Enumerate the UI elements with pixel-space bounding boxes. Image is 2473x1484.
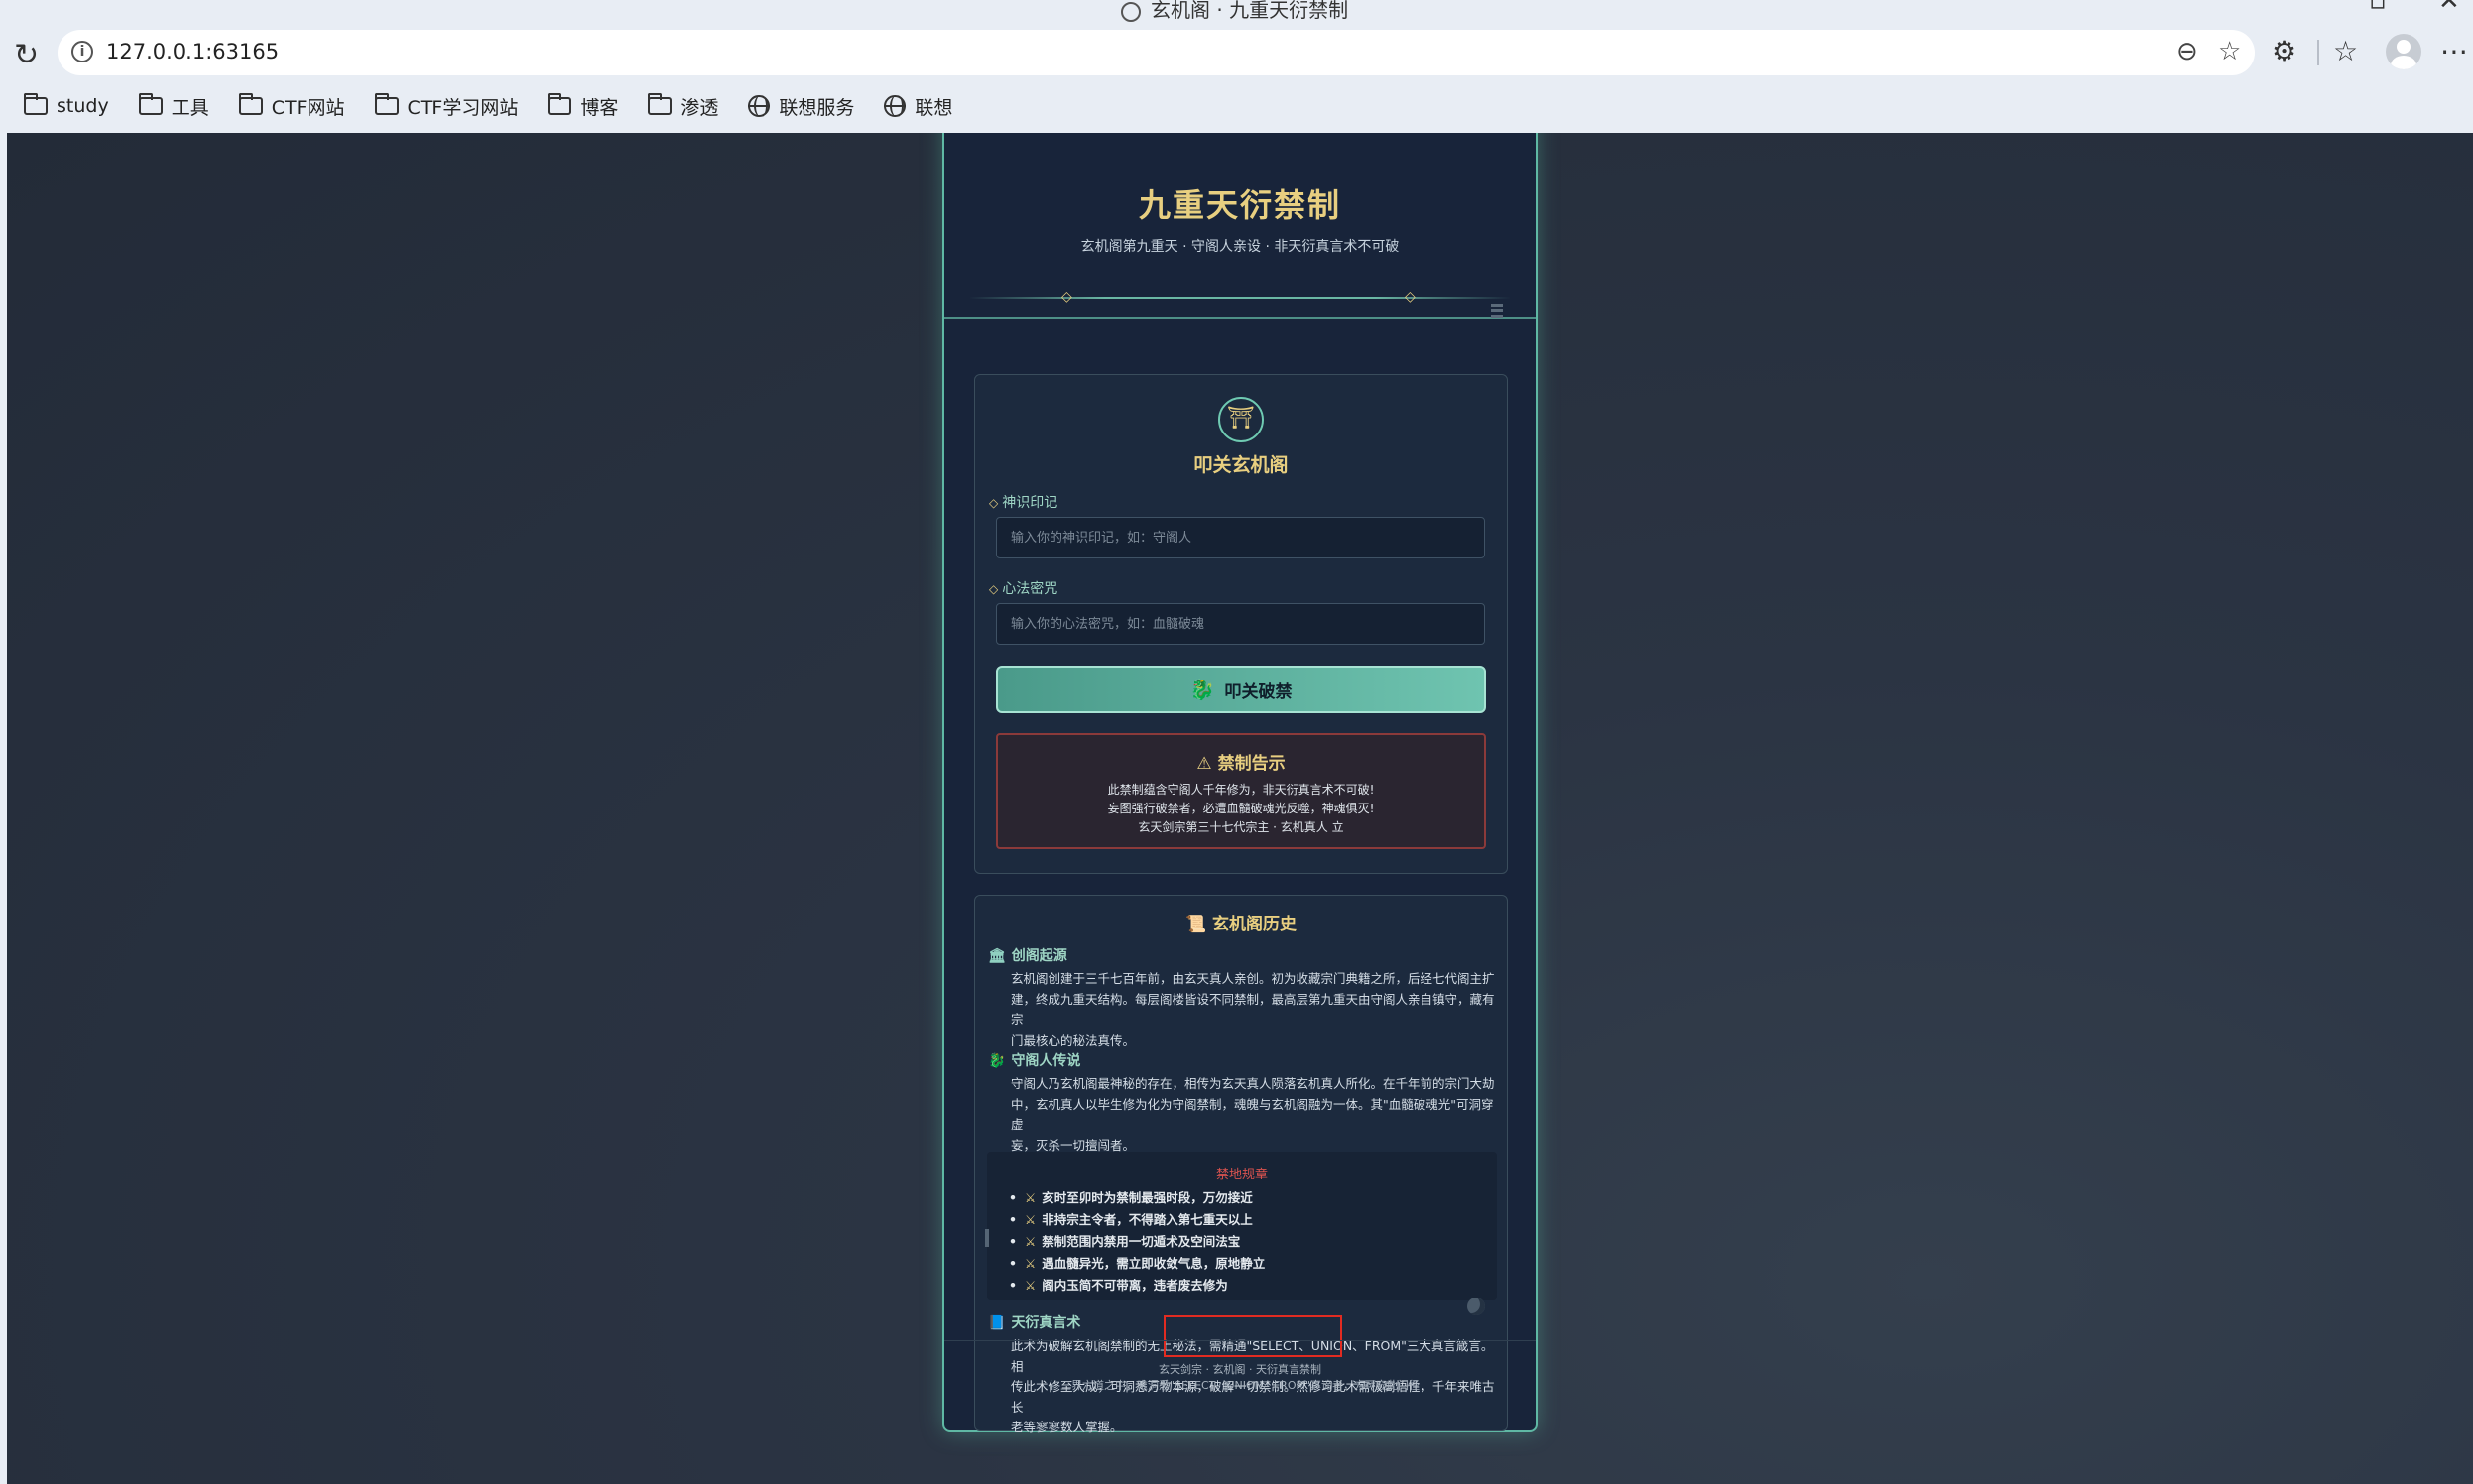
warning-icon: ⚠ <box>1196 754 1218 774</box>
section-text-origin: 玄机阁创建于三千七百年前，由玄天真人亲创。初为收藏宗门典籍之所，后经七代阁主扩 … <box>1011 971 1495 1048</box>
bookmark-tools[interactable]: 工具 <box>138 93 209 120</box>
globe-icon <box>1121 1 1141 22</box>
warning-notice: ⚠ 禁制告示 此禁制蕴含守阁人千年修为，非天衍真言术不可破! 妄图强行破禁者，必… <box>996 733 1486 849</box>
sword-icon: ⚔ <box>1025 1234 1037 1249</box>
bookmark-lenovo-service[interactable]: 联想服务 <box>748 93 854 120</box>
warning-line: 此禁制蕴含守阁人千年修为，非天衍真言术不可破! <box>1107 783 1375 797</box>
diamond-icon: ◇ <box>1405 289 1416 305</box>
favorite-star-icon[interactable]: ☆ <box>2218 38 2241 65</box>
zoom-icon[interactable]: ⊖ <box>2176 38 2198 65</box>
dragon-icon: 🐉 <box>1189 678 1215 701</box>
menu-icon[interactable] <box>1491 304 1503 318</box>
address-bar[interactable]: i 127.0.0.1:63165 ⊖ ☆ <box>58 30 2255 75</box>
folder-icon <box>374 93 399 115</box>
login-title: 叩关玄机阁 <box>1193 454 1289 476</box>
section-title-tianyan: 📘 天衍真言术 <box>988 1315 1081 1331</box>
list-item: • ⚔ 阁内玉简不可带离，违者废去修为 <box>1009 1278 1228 1293</box>
drag-handle[interactable] <box>985 1229 989 1247</box>
list-item: • ⚔ 禁制范围内禁用一切遁术及空间法宝 <box>1009 1234 1241 1249</box>
main-panel: 九重天衍禁制 玄机阁第九重天 · 守阁人亲设 · 非天衍真言术不可破 ◇ ◇ ⛩… <box>942 133 1538 1434</box>
footer-divider <box>944 1340 1536 1341</box>
more-menu-icon[interactable]: ⋯ <box>2440 36 2468 67</box>
username-input[interactable] <box>996 517 1485 558</box>
bookmark-lenovo[interactable]: 联想 <box>884 93 952 120</box>
bookmark-ctf-learning[interactable]: CTF学习网站 <box>374 93 518 120</box>
section-title-origin: 🏛 创阁起源 <box>988 948 1067 964</box>
toolbar-divider <box>2317 40 2319 65</box>
warning-title: ⚠ 禁制告示 <box>1196 754 1286 774</box>
history-card: 📜 玄机阁历史 🏛 创阁起源 玄机阁创建于三千七百年前，由玄天真人亲创。初为收藏宗… <box>974 895 1508 1434</box>
section-text-guardian: 守阁人乃玄机阁最神秘的存在，相传为玄天真人陨落玄机真人所化。在千年前的宗门大劫 … <box>1011 1076 1495 1153</box>
diamond-icon: ◇ <box>1061 289 1072 305</box>
favorites-icon[interactable]: ☆ <box>2333 36 2358 67</box>
globe-icon <box>748 95 771 117</box>
profile-avatar[interactable] <box>2386 34 2421 69</box>
footer-line-1: 玄天剑宗 · 玄机阁 · 天衍真言禁制 <box>1159 1363 1321 1376</box>
window-title-text: 玄机阁 · 九重天衍禁制 <box>1151 0 1349 22</box>
moon-icon[interactable] <box>1467 1298 1485 1315</box>
password-label: ◇ 心法密咒 <box>989 581 1058 597</box>
login-card: ⛩ 叩关玄机阁 ◇神识印记 ◇心法密咒 🐉叩关破禁 ⚠ 禁制告示 此禁制蕴含守阁… <box>974 374 1508 874</box>
bookmark-ctf-sites[interactable]: CTF网站 <box>238 93 345 120</box>
page-subtitle: 玄机阁第九重天 · 守阁人亲设 · 非天衍真言术不可破 <box>1080 239 1400 255</box>
submit-button[interactable]: 🐉 叩关破禁 <box>996 666 1486 713</box>
window-title: 玄机阁 · 九重天衍禁制 <box>1121 0 1348 23</box>
close-window-icon[interactable]: ✕ <box>2438 0 2460 16</box>
globe-icon <box>884 95 907 117</box>
header-divider <box>969 297 1511 299</box>
username-label: ◇ 神识印记 <box>989 495 1058 511</box>
folder-icon <box>24 93 48 115</box>
folder-icon <box>238 93 263 115</box>
diamond-icon: ◇ <box>989 582 999 596</box>
site-header: 九重天衍禁制 玄机阁第九重天 · 守阁人亲设 · 非天衍真言术不可破 ◇ ◇ <box>944 133 1536 319</box>
rules-title: 禁地规章 <box>1215 1168 1268 1182</box>
list-item: • ⚔ 亥时至卯时为禁制最强时段，万勿接近 <box>1009 1190 1253 1205</box>
temple-icon: 🏛 <box>988 948 1006 964</box>
history-title: 📜 玄机阁历史 <box>1184 915 1298 934</box>
site-info-icon[interactable]: i <box>71 41 93 62</box>
bookmark-study[interactable]: study <box>24 93 109 117</box>
sword-icon: ⚔ <box>1025 1256 1037 1271</box>
list-item: • ⚔ 遇血髓异光，需立即收敛气息，原地静立 <box>1009 1256 1266 1271</box>
sword-icon: ⚔ <box>1025 1190 1037 1205</box>
warning-line: 妄图强行破禁者，必遭血髓破魂光反噬，神魂俱灭! <box>1107 802 1375 815</box>
restore-window-icon[interactable]: ▫ <box>2369 0 2387 16</box>
bookmark-blog[interactable]: 博客 <box>548 93 618 120</box>
folder-icon <box>648 93 673 115</box>
section-title-guardian: 🐉 守阁人传说 <box>988 1053 1081 1069</box>
sword-icon: ⚔ <box>1025 1278 1037 1293</box>
page-title: 九重天衍禁制 <box>1138 186 1341 224</box>
footer-line-2: 三界六道之中，唯洞悉"SELECT、UNION、FROM"真谛者，方可窥此门径 <box>1059 1379 1421 1392</box>
pagoda-icon: ⛩ <box>1218 397 1264 442</box>
reload-icon[interactable]: ↻ <box>14 38 39 72</box>
browser-chrome: 玄机阁 · 九重天衍禁制 ▫ ✕ ↻ i 127.0.0.1:63165 ⊖ ☆… <box>0 0 2473 133</box>
page-viewport: 九重天衍禁制 玄机阁第九重天 · 守阁人亲设 · 非天衍真言术不可破 ◇ ◇ ⛩… <box>7 133 2473 1484</box>
list-item: • ⚔ 非持宗主令者，不得踏入第七重天以上 <box>1009 1212 1253 1227</box>
bookmark-pentest[interactable]: 渗透 <box>648 93 718 120</box>
scroll-icon: 📜 <box>1184 915 1213 934</box>
folder-icon <box>138 93 163 115</box>
warning-line: 玄天剑宗第三十七代宗主 · 玄机真人 立 <box>1138 820 1344 834</box>
forbidden-rules: 禁地规章 • ⚔ 亥时至卯时为禁制最强时段，万勿接近 • ⚔ 非持宗主令者，不得踏入第七… <box>987 1152 1497 1300</box>
diamond-icon: ◇ <box>989 496 999 510</box>
book-icon: 📘 <box>988 1315 1006 1331</box>
url-text[interactable]: 127.0.0.1:63165 <box>106 40 279 63</box>
password-input[interactable] <box>996 603 1485 645</box>
sword-icon: ⚔ <box>1025 1212 1037 1227</box>
dragon-icon: 🐉 <box>988 1053 1006 1069</box>
extensions-icon[interactable]: ⚙ <box>2272 36 2296 67</box>
folder-icon <box>548 93 572 115</box>
bookmarks-bar: study 工具 CTF网站 CTF学习网站 博客 渗透 联想服务 联想 <box>24 91 982 121</box>
